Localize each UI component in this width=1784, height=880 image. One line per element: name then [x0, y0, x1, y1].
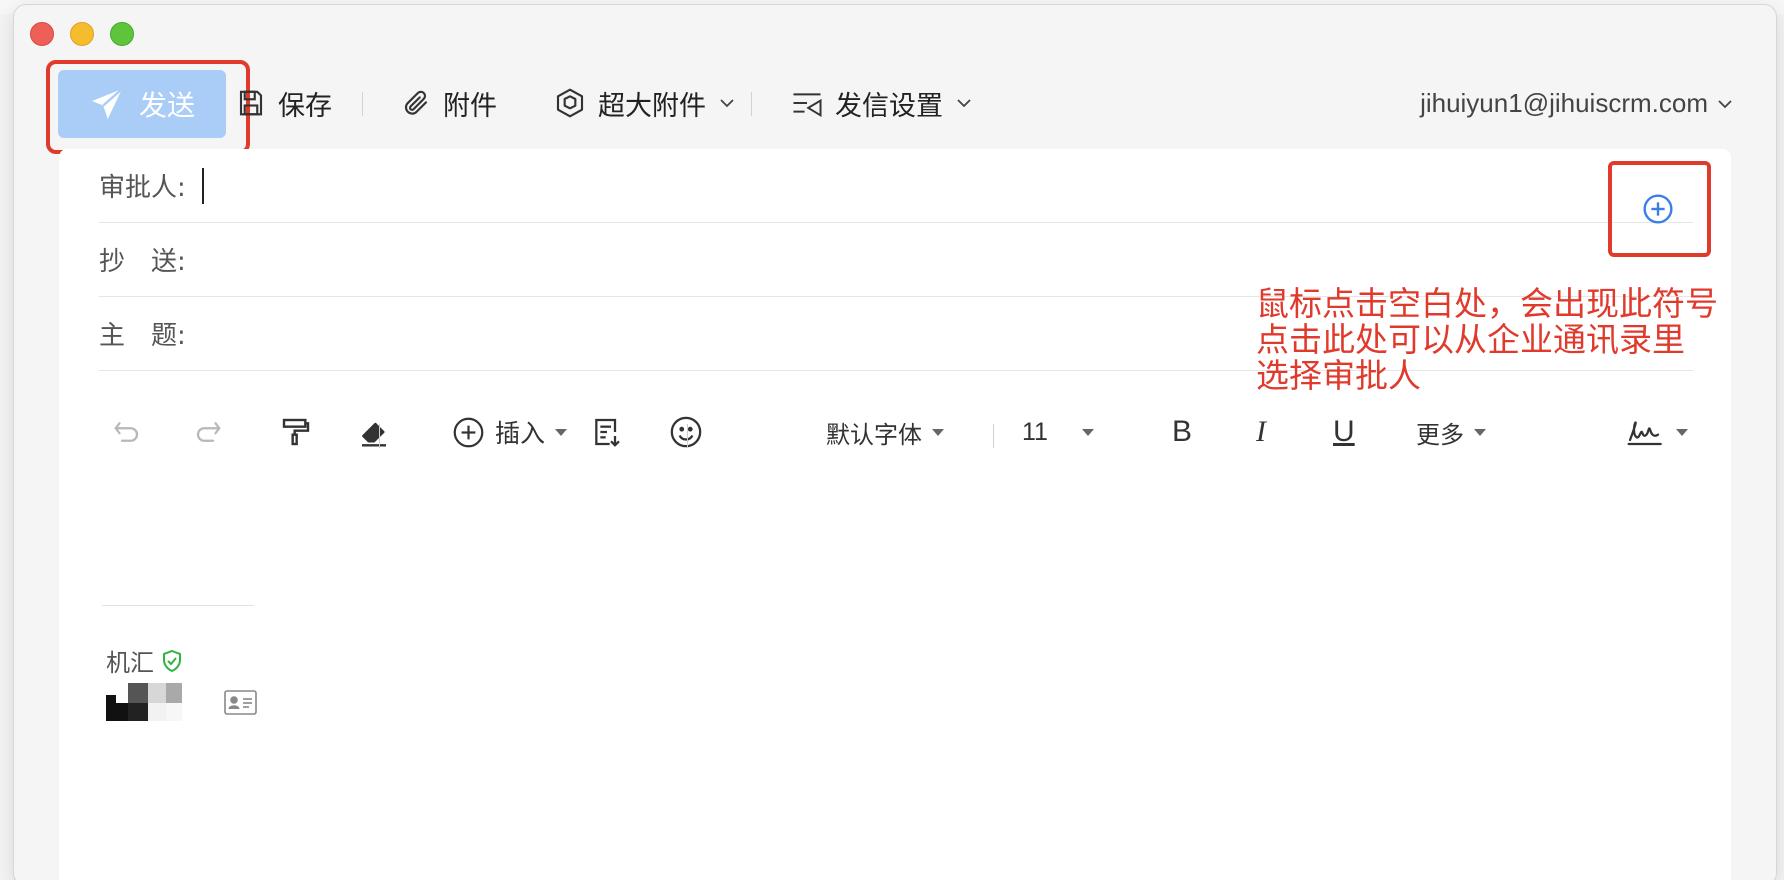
- add-circle-icon[interactable]: [1642, 193, 1674, 225]
- font-family-select[interactable]: 默认字体: [826, 412, 944, 452]
- signature-name: 机汇: [106, 643, 184, 678]
- underline-button[interactable]: U: [1333, 412, 1355, 452]
- template-icon: [595, 418, 620, 447]
- signature-name-text: 机汇: [106, 649, 154, 677]
- toolbar-divider: [751, 92, 752, 116]
- save-label: 保存: [278, 90, 332, 122]
- smiley-icon: [670, 416, 702, 448]
- signature-icon: [1627, 421, 1662, 446]
- undo-button[interactable]: [111, 412, 143, 452]
- insert-label: 插入: [495, 419, 546, 448]
- annotation-line: 点击此处可以从企业通讯录里: [1256, 320, 1685, 359]
- subject-label: 主 题:: [99, 321, 186, 351]
- send-settings-icon: [793, 93, 822, 118]
- redo-icon: [196, 422, 221, 442]
- business-card-icon[interactable]: [224, 690, 257, 715]
- bold-label: B: [1172, 415, 1193, 448]
- caret-down-icon: [1676, 428, 1688, 436]
- compose-panel: 审批人: 抄 送: 主 题: 鼠标点击空白处，会出现此符号 点击此处可以从企业通…: [59, 149, 1731, 880]
- account-selector[interactable]: jihuiyun1@jihuiscrm.com: [1420, 88, 1734, 119]
- attachment-label: 附件: [443, 90, 497, 122]
- format-painter-icon: [282, 418, 310, 446]
- font-size-value: 11: [1022, 417, 1048, 446]
- close-window-button[interactable]: [30, 22, 54, 46]
- font-family-value: 默认字体: [826, 420, 922, 449]
- emoji-button[interactable]: [669, 412, 703, 452]
- minimize-window-button[interactable]: [70, 22, 94, 46]
- approver-label: 审批人:: [99, 173, 186, 203]
- cc-label: 抄 送:: [99, 247, 186, 277]
- signature-divider: [102, 605, 254, 606]
- floppy-disk-icon: [239, 90, 263, 116]
- send-button[interactable]: 发送: [58, 70, 226, 138]
- italic-label: I: [1256, 415, 1266, 448]
- clear-format-button[interactable]: [358, 412, 390, 452]
- large-attachment-button[interactable]: 超大附件: [554, 83, 736, 123]
- add-circle-icon: [453, 417, 484, 447]
- caret-down-icon: [555, 428, 568, 436]
- format-divider: [993, 424, 994, 448]
- format-divider: [379, 424, 380, 448]
- format-painter-button[interactable]: [280, 412, 312, 452]
- save-button[interactable]: 保存: [236, 83, 332, 123]
- insert-dropdown[interactable]: 插入: [452, 412, 568, 452]
- zoom-window-button[interactable]: [110, 22, 134, 46]
- chevron-down-icon: [1718, 99, 1732, 108]
- format-divider: [687, 424, 688, 448]
- background-edge-left: [0, 14, 14, 880]
- font-size-select[interactable]: 11: [1022, 412, 1094, 452]
- compose-window: 发送 保存 附件 超大附件 发信设置 jihuiyun1@jihuiscrm.c…: [14, 5, 1776, 880]
- toolbar-divider: [362, 92, 363, 116]
- paperclip-icon: [404, 90, 428, 115]
- caret-down-icon: [1474, 428, 1486, 436]
- redacted-logo: [106, 683, 182, 721]
- eraser-icon: [362, 422, 386, 447]
- large-attachment-label: 超大附件: [598, 90, 706, 122]
- chevron-down-icon: [720, 99, 734, 108]
- undo-icon: [114, 422, 139, 442]
- cube-icon: [556, 88, 584, 118]
- template-button[interactable]: [591, 412, 623, 452]
- redo-button[interactable]: [192, 412, 224, 452]
- more-label: 更多: [1416, 420, 1464, 449]
- approver-field[interactable]: 审批人:: [99, 149, 1693, 223]
- paper-plane-icon: [91, 88, 123, 119]
- text-caret: [201, 167, 204, 204]
- annotation-note: 鼠标点击空白处，会出现此符号 点击此处可以从企业通讯录里 选择审批人: [1256, 286, 1776, 394]
- send-button-label: 发送: [138, 90, 195, 121]
- more-dropdown[interactable]: 更多: [1416, 412, 1486, 452]
- attachment-button[interactable]: 附件: [401, 83, 497, 123]
- underline-label: U: [1333, 415, 1355, 448]
- background-edge-right: [1776, 14, 1784, 880]
- caret-down-icon: [1081, 428, 1094, 436]
- signature-select[interactable]: [1626, 412, 1688, 452]
- bold-button[interactable]: B: [1172, 412, 1192, 452]
- verified-shield-icon: [163, 649, 181, 672]
- annotation-line: 鼠标点击空白处，会出现此符号: [1256, 284, 1718, 323]
- chevron-down-icon: [957, 99, 971, 108]
- caret-down-icon: [932, 428, 944, 436]
- account-email: jihuiyun1@jihuiscrm.com: [1420, 88, 1708, 118]
- annotation-line: 选择审批人: [1256, 356, 1421, 395]
- send-settings-button[interactable]: 发信设置: [791, 83, 973, 123]
- italic-button[interactable]: I: [1256, 412, 1266, 452]
- send-settings-label: 发信设置: [835, 90, 943, 122]
